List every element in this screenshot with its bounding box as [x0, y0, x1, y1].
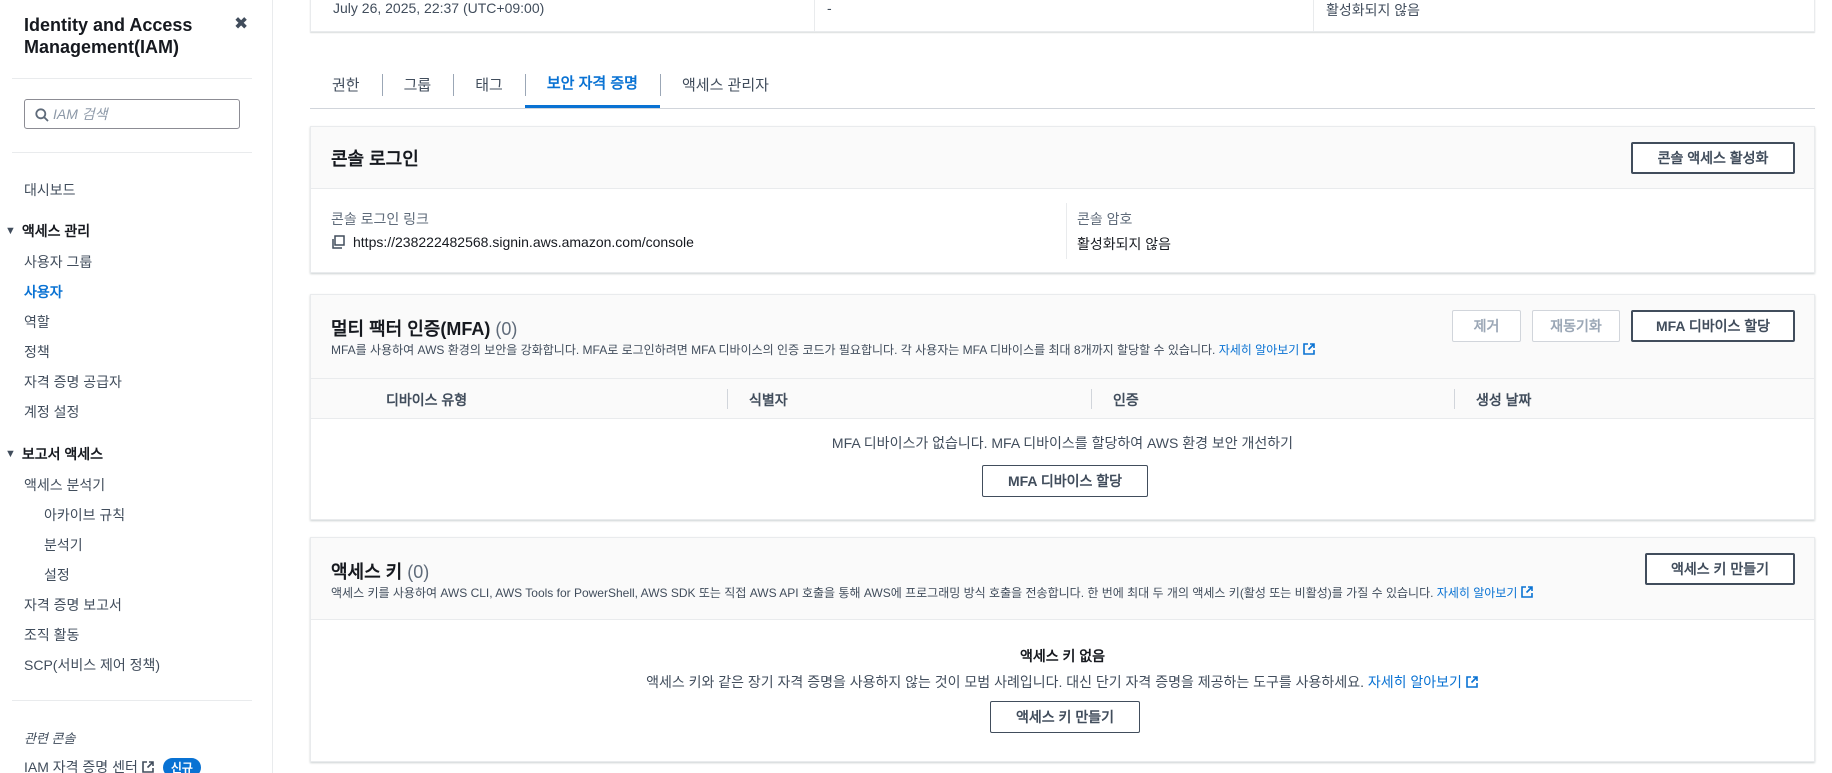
divider	[12, 700, 252, 701]
assign-mfa-device-empty-button[interactable]: MFA 디바이스 할당	[982, 465, 1148, 497]
related-item-label: IAM 자격 증명 센터	[24, 759, 138, 773]
external-link-icon[interactable]	[1465, 675, 1479, 689]
card-header: 멀티 팩터 인증(MFA) (0) MFA를 사용하여 AWS 환경의 보안을 …	[311, 295, 1814, 379]
column-separator	[727, 389, 728, 409]
access-keys-count: (0)	[407, 562, 430, 582]
sidebar-item-dashboard[interactable]: 대시보드	[24, 180, 76, 200]
access-keys-learn-more-link[interactable]: 자세히 알아보기	[1437, 586, 1518, 600]
console-password-value: 활성화되지 않음	[1077, 236, 1172, 252]
user-summary-card: July 26, 2025, 22:37 (UTC+09:00) - 활성화되지…	[310, 0, 1815, 32]
sidebar-item-analyzers[interactable]: 분석기	[44, 535, 83, 555]
tab-access-advisor[interactable]: 액세스 관리자	[659, 60, 791, 108]
mfa-description-text: MFA를 사용하여 AWS 환경의 보안을 강화합니다. MFA로 로그인하려면…	[331, 343, 1216, 357]
mfa-title: 멀티 팩터 인증(MFA) (0)	[331, 315, 517, 341]
column-device-type[interactable]: 디바이스 유형	[386, 390, 467, 410]
sidebar-section-access-reports[interactable]: ▼ 보고서 액세스	[5, 444, 103, 464]
sidebar-item-roles[interactable]: 역할	[24, 312, 50, 332]
tab-tags[interactable]: 태그	[453, 60, 525, 108]
create-access-key-empty-button[interactable]: 액세스 키 만들기	[990, 701, 1140, 733]
divider	[814, 0, 815, 32]
user-detail-tabs: 권한 그룹 태그 보안 자격 증명 액세스 관리자	[310, 60, 1815, 109]
mfa-description: MFA를 사용하여 AWS 환경의 보안을 강화합니다. MFA로 로그인하려면…	[331, 341, 1316, 358]
access-keys-description: 액세스 키를 사용하여 AWS CLI, AWS Tools for Power…	[331, 584, 1534, 601]
mfa-count: (0)	[495, 319, 518, 339]
related-consoles-label: 관련 콘솔	[24, 731, 76, 746]
no-access-keys-title: 액세스 키 없음	[1019, 648, 1106, 664]
access-keys-title-text: 액세스 키	[331, 562, 403, 582]
sidebar-section-access-management[interactable]: ▼ 액세스 관리	[5, 221, 90, 241]
access-keys-empty-learn-more-link[interactable]: 자세히 알아보기	[1368, 674, 1462, 690]
access-keys-card: 액세스 키 (0) 액세스 키를 사용하여 AWS CLI, AWS Tools…	[310, 537, 1815, 762]
copy-icon[interactable]	[331, 235, 345, 249]
access-keys-title: 액세스 키 (0)	[331, 558, 429, 584]
section-label: 보고서 액세스	[21, 446, 104, 462]
console-link-value: https://238222482568.signin.aws.amazon.c…	[331, 234, 694, 250]
mfa-card: 멀티 팩터 인증(MFA) (0) MFA를 사용하여 AWS 환경의 보안을 …	[310, 294, 1815, 520]
mfa-empty-message: MFA 디바이스가 없습니다. MFA 디바이스를 할당하여 AWS 환경 보안…	[831, 435, 1294, 451]
mfa-learn-more-link[interactable]: 자세히 알아보기	[1219, 343, 1300, 357]
resync-mfa-button[interactable]: 재동기화	[1532, 310, 1620, 342]
assign-mfa-device-button[interactable]: MFA 디바이스 할당	[1631, 310, 1795, 342]
column-authentication[interactable]: 인증	[1113, 390, 1139, 410]
access-keys-description-text: 액세스 키를 사용하여 AWS CLI, AWS Tools for Power…	[331, 586, 1434, 600]
mfa-table: 디바이스 유형 식별자 인증 생성 날짜	[311, 379, 1814, 419]
sidebar-item-identity-center[interactable]: IAM 자격 증명 센터 신규	[24, 757, 201, 773]
section-label: 액세스 관리	[21, 223, 91, 239]
divider	[12, 78, 252, 79]
mfa-table-header: 디바이스 유형 식별자 인증 생성 날짜	[311, 379, 1814, 419]
tab-groups[interactable]: 그룹	[381, 60, 454, 108]
external-link-icon	[142, 761, 154, 773]
create-access-key-button[interactable]: 액세스 키 만들기	[1645, 553, 1795, 585]
sidebar-item-scp[interactable]: SCP(서비스 제어 정책)	[24, 655, 160, 675]
caret-down-icon: ▼	[5, 448, 16, 460]
sidebar-item-users[interactable]: 사용자	[24, 282, 63, 302]
search-input[interactable]	[53, 106, 239, 122]
sidebar-item-archive-rules[interactable]: 아카이브 규칙	[44, 505, 125, 525]
column-created-date[interactable]: 생성 날짜	[1476, 390, 1531, 410]
service-title[interactable]: Identity and Access Management(IAM)	[24, 14, 229, 58]
console-password-label: 콘솔 암호	[1077, 211, 1133, 227]
sidebar-item-analyzer-settings[interactable]: 설정	[44, 565, 70, 585]
sidebar-item-access-analyzer[interactable]: 액세스 분석기	[24, 475, 105, 495]
summary-middle: -	[827, 0, 832, 16]
external-link-icon[interactable]	[1520, 585, 1534, 599]
access-keys-empty-message: 액세스 키와 같은 장기 자격 증명을 사용하지 않는 것이 모범 사례입니다.…	[311, 672, 1814, 692]
sidebar-item-identity-providers[interactable]: 자격 증명 공급자	[24, 372, 122, 392]
enable-console-access-button[interactable]: 콘솔 액세스 활성화	[1631, 142, 1795, 174]
divider	[1066, 203, 1067, 259]
card-header: 콘솔 로그인 콘솔 액세스 활성화	[311, 127, 1814, 189]
tab-permissions[interactable]: 권한	[310, 60, 382, 108]
sidebar-item-organization-activity[interactable]: 조직 활동	[24, 625, 79, 645]
divider	[1313, 0, 1314, 32]
console-link-url[interactable]: https://238222482568.signin.aws.amazon.c…	[353, 234, 694, 250]
sidebar-item-credential-report[interactable]: 자격 증명 보고서	[24, 595, 122, 615]
new-badge: 신규	[162, 757, 201, 773]
remove-mfa-button[interactable]: 제거	[1452, 310, 1521, 342]
search-icon	[35, 108, 49, 122]
column-separator	[1091, 389, 1092, 409]
iam-search[interactable]	[24, 99, 240, 129]
card-header: 액세스 키 (0) 액세스 키를 사용하여 AWS CLI, AWS Tools…	[311, 538, 1814, 620]
mfa-title-text: 멀티 팩터 인증(MFA)	[331, 319, 491, 339]
sidebar-nav: Identity and Access Management(IAM) ✖ 대시…	[0, 0, 273, 773]
caret-down-icon: ▼	[5, 225, 16, 237]
summary-right: 활성화되지 않음	[1326, 2, 1421, 18]
sidebar-item-account-settings[interactable]: 계정 설정	[24, 402, 79, 422]
console-signin-title: 콘솔 로그인	[331, 149, 419, 169]
sidebar-item-user-groups[interactable]: 사용자 그룹	[24, 252, 92, 272]
console-signin-card: 콘솔 로그인 콘솔 액세스 활성화 콘솔 로그인 링크 https://2382…	[310, 126, 1815, 273]
summary-created: July 26, 2025, 22:37 (UTC+09:00)	[333, 0, 545, 16]
close-icon[interactable]: ✖	[234, 14, 248, 34]
column-identifier[interactable]: 식별자	[749, 390, 788, 410]
external-link-icon[interactable]	[1302, 342, 1316, 356]
column-separator	[1454, 389, 1455, 409]
console-link-label: 콘솔 로그인 링크	[331, 211, 429, 227]
tab-security-credentials[interactable]: 보안 자격 증명	[524, 60, 660, 108]
sidebar-item-policies[interactable]: 정책	[24, 342, 50, 362]
divider	[12, 152, 252, 153]
access-keys-empty-text: 액세스 키와 같은 장기 자격 증명을 사용하지 않는 것이 모범 사례입니다.…	[646, 674, 1364, 690]
